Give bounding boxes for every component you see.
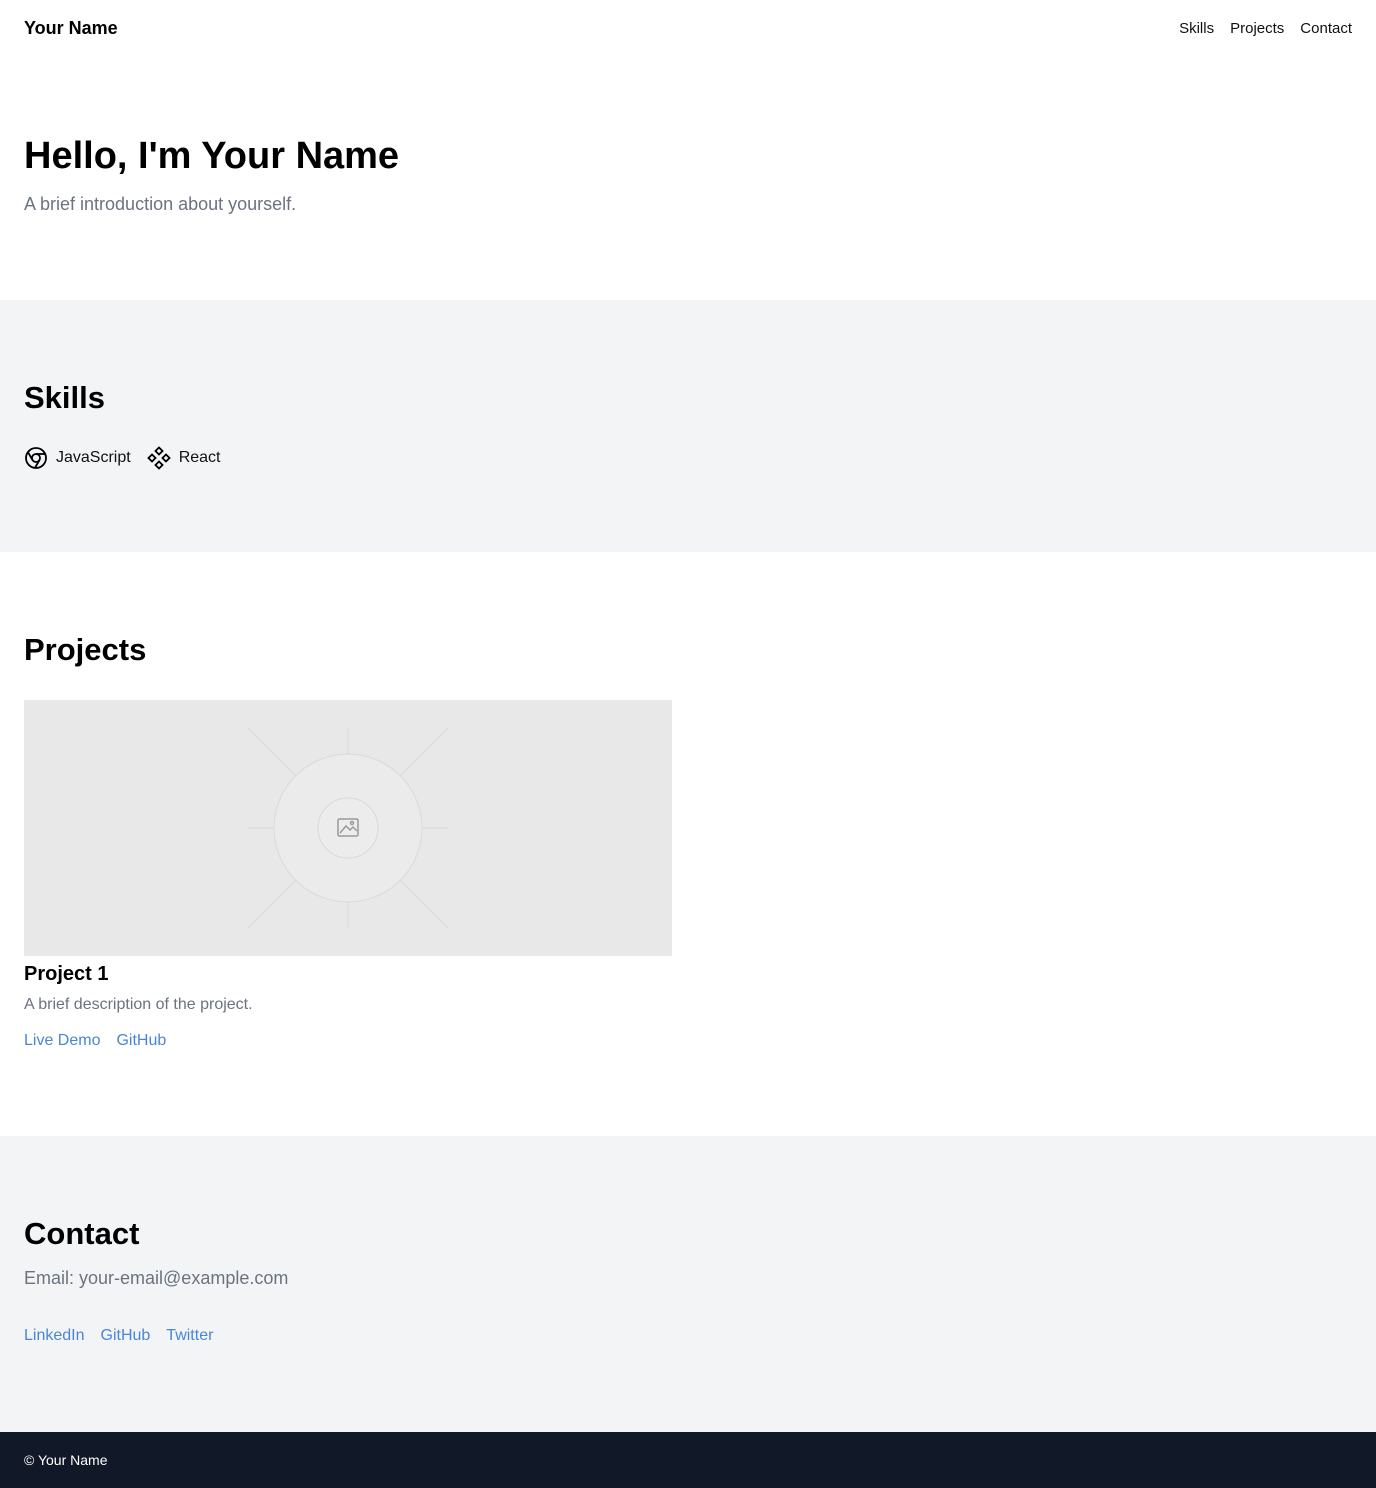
skill-item-react: React	[146, 446, 221, 470]
contact-section: Contact Email: your-email@example.com Li…	[0, 1136, 1376, 1432]
github-link[interactable]: GitHub	[101, 1327, 151, 1345]
twitter-link[interactable]: Twitter	[166, 1327, 213, 1345]
diamond-grid-icon	[146, 446, 171, 470]
brand-name[interactable]: Your Name	[24, 18, 118, 39]
contact-links: LinkedIn GitHub Twitter	[24, 1327, 1352, 1345]
skills-list: JavaScript React	[24, 446, 1352, 470]
project-image	[24, 700, 672, 956]
nav-link-projects[interactable]: Projects	[1230, 20, 1284, 37]
project-description: A brief description of the project.	[24, 996, 253, 1013]
live-demo-link[interactable]: Live Demo	[24, 1032, 100, 1050]
contact-email: Email: your-email@example.com	[24, 1268, 289, 1288]
skill-item-javascript: JavaScript	[24, 446, 131, 470]
skill-label: JavaScript	[56, 449, 131, 466]
main-nav: Skills Projects Contact	[1179, 20, 1352, 37]
skills-section: Skills JavaScript React	[0, 300, 1376, 552]
site-header: Your Name Skills Projects Contact	[0, 0, 1376, 56]
projects-title: Projects	[24, 632, 147, 667]
linkedin-link[interactable]: LinkedIn	[24, 1327, 85, 1345]
project-links: Live Demo GitHub	[24, 1032, 672, 1050]
project-title: Project 1	[24, 963, 109, 985]
project-card: Project 1 A brief description of the pro…	[24, 700, 672, 1050]
footer-copyright: © Your Name	[24, 1452, 108, 1468]
projects-section: Projects Project 1 A brief description o…	[0, 552, 1376, 1136]
hero-title: Hello, I'm Your Name	[24, 135, 400, 177]
nav-link-skills[interactable]: Skills	[1179, 20, 1214, 37]
project-github-link[interactable]: GitHub	[116, 1032, 166, 1050]
hero-section: Hello, I'm Your Name A brief introductio…	[0, 56, 1376, 300]
site-footer: © Your Name	[0, 1432, 1376, 1488]
skills-title: Skills	[24, 380, 105, 415]
chrome-icon	[24, 446, 48, 470]
skill-label: React	[178, 449, 221, 466]
hero-subtitle: A brief introduction about yourself.	[24, 194, 297, 214]
nav-link-contact[interactable]: Contact	[1300, 20, 1352, 37]
contact-title: Contact	[24, 1216, 140, 1251]
